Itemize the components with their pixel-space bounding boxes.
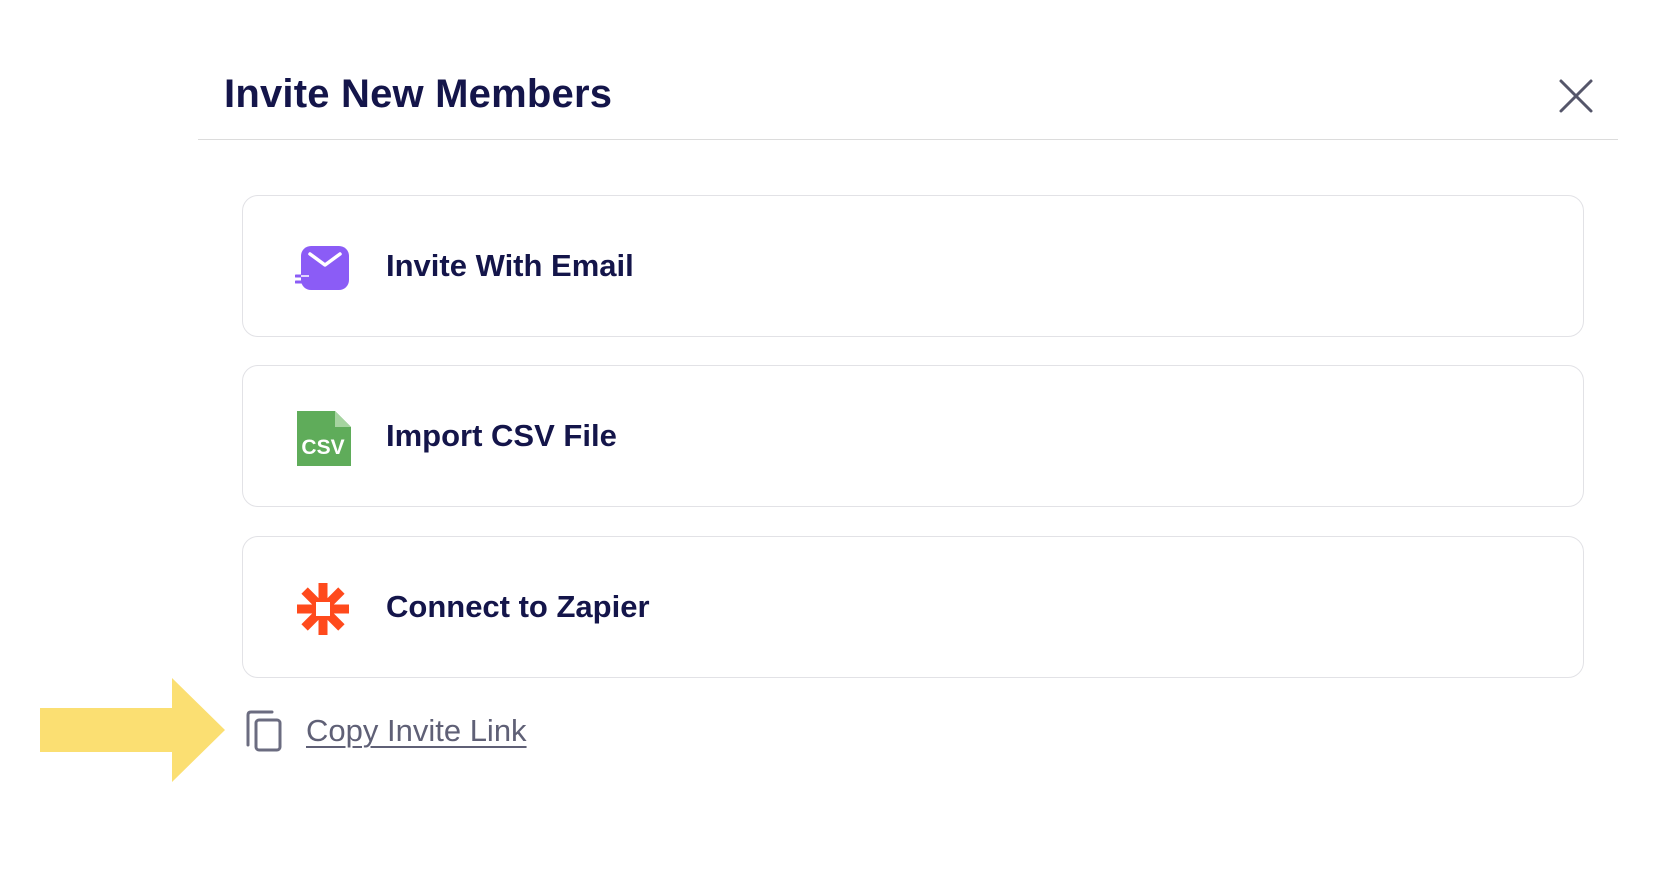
invite-members-modal: Invite New Members Invite With Email CSV… (0, 0, 1670, 870)
zapier-icon (297, 583, 349, 635)
header-divider (198, 139, 1618, 140)
invite-with-email-label: Invite With Email (386, 248, 634, 283)
csv-icon-text: CSV (301, 436, 344, 459)
close-icon (1559, 79, 1593, 113)
invite-with-email-button[interactable]: Invite With Email (242, 195, 1584, 337)
email-icon (295, 246, 349, 290)
copy-invite-link-row[interactable]: Copy Invite Link (244, 706, 527, 756)
connect-to-zapier-label: Connect to Zapier (386, 589, 650, 624)
import-csv-file-label: Import CSV File (386, 418, 617, 453)
import-csv-file-button[interactable]: CSV Import CSV File (242, 365, 1584, 507)
copy-icon (246, 710, 282, 752)
close-button[interactable] (1554, 74, 1598, 118)
modal-title: Invite New Members (224, 72, 613, 116)
connect-to-zapier-button[interactable]: Connect to Zapier (242, 536, 1584, 678)
copy-invite-link[interactable]: Copy Invite Link (306, 713, 527, 749)
csv-file-icon: CSV (297, 411, 351, 466)
pointer-arrow (40, 678, 225, 782)
